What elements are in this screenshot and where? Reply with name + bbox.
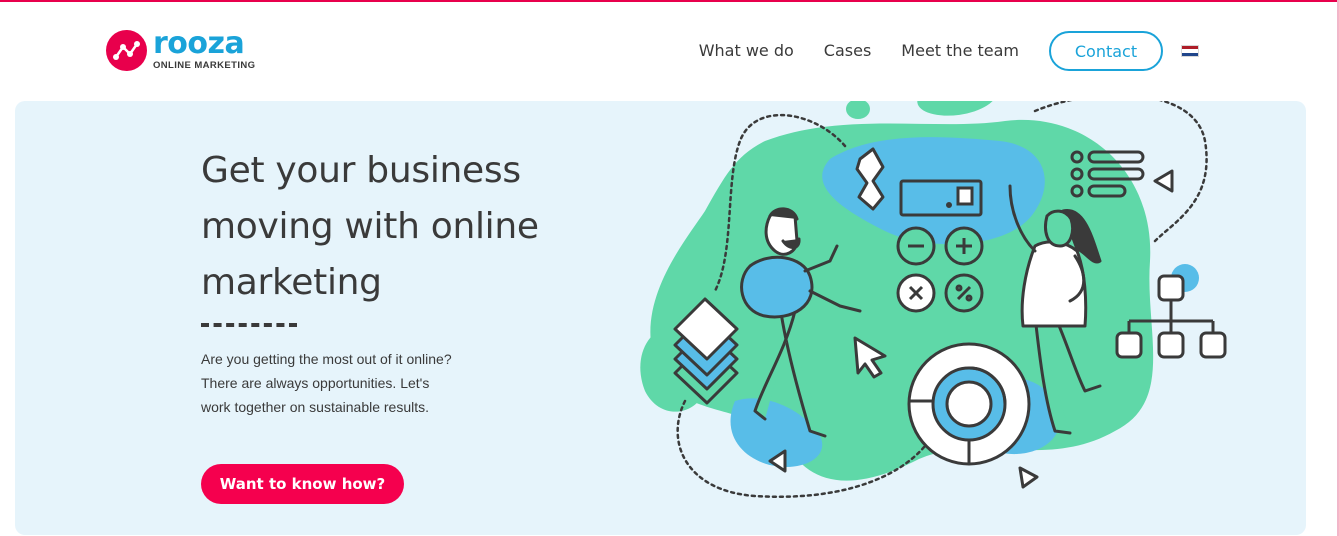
- main-nav: What we do Cases Meet the team Contact: [669, 31, 1199, 71]
- logo-tagline: ONLINE MARKETING: [153, 60, 256, 71]
- hero-title: Get your business moving with online mar…: [201, 150, 539, 303]
- hero-illustration: [640, 101, 1227, 498]
- hero-section: Get your business moving with online mar…: [15, 101, 1306, 535]
- dashed-divider: [201, 323, 297, 327]
- nav-link-cases[interactable]: Cases: [824, 31, 872, 71]
- netherlands-flag-icon[interactable]: [1181, 45, 1199, 57]
- logo-word: rooza: [153, 26, 245, 61]
- contact-button[interactable]: Contact: [1049, 31, 1163, 71]
- site-header: rooza ONLINE MARKETING What we do Cases …: [0, 2, 1339, 100]
- donut-chart-icon: [907, 342, 1031, 466]
- nav-link-what-we-do[interactable]: What we do: [699, 31, 794, 71]
- hero-description: Are you getting the most out of it onlin…: [201, 351, 452, 415]
- logo-link[interactable]: rooza ONLINE MARKETING: [106, 26, 256, 72]
- nav-link-meet-the-team[interactable]: Meet the team: [901, 31, 1019, 71]
- logo-text: rooza ONLINE MARKETING: [153, 26, 256, 72]
- logo-mark-icon: [106, 30, 147, 71]
- want-to-know-how-button[interactable]: Want to know how?: [201, 464, 404, 504]
